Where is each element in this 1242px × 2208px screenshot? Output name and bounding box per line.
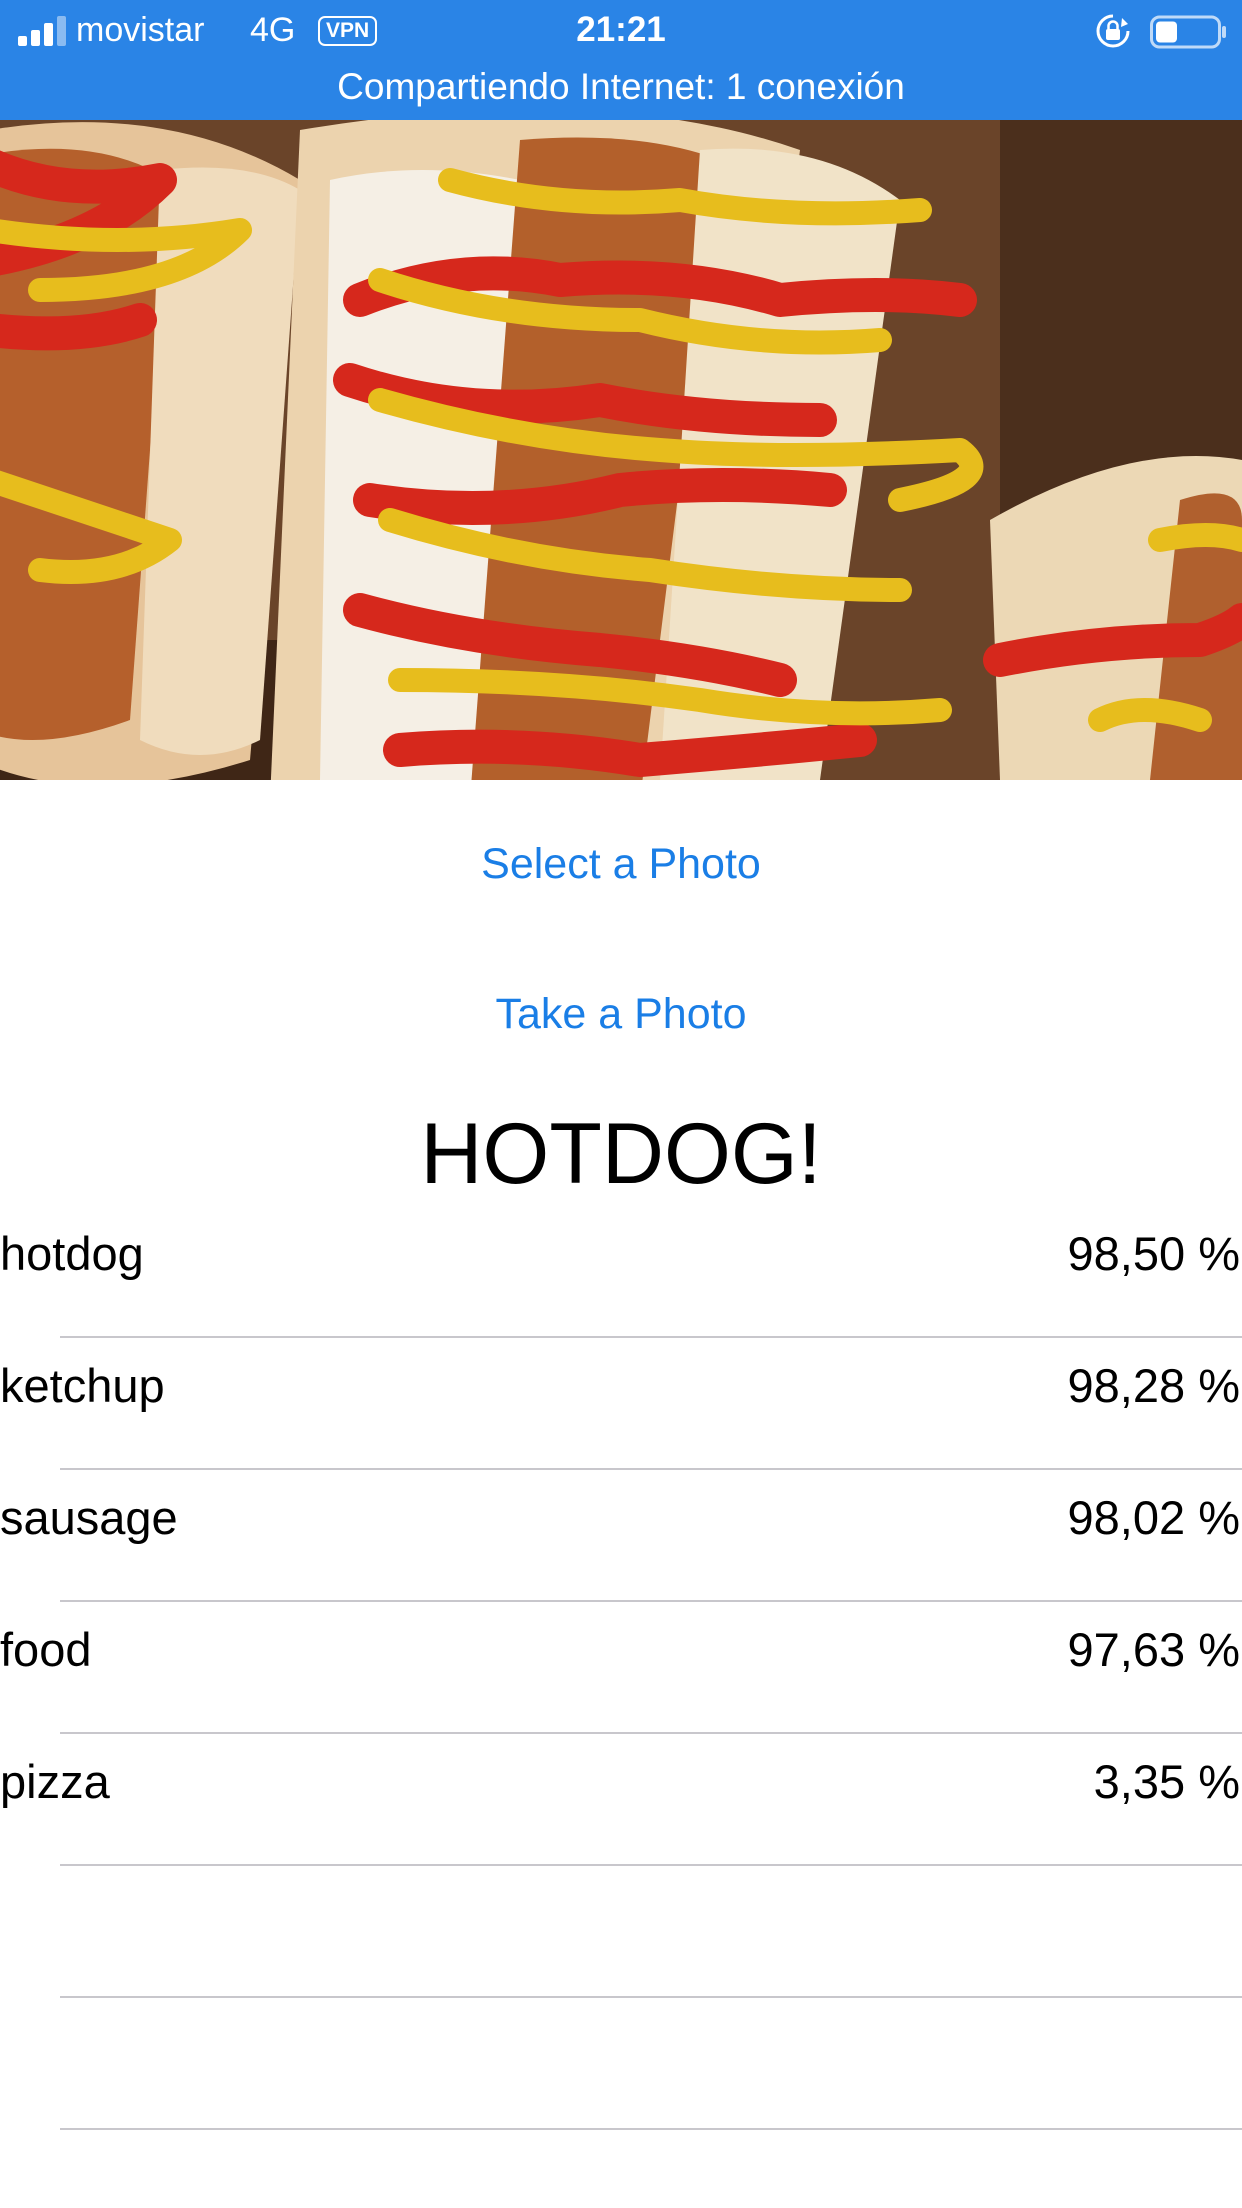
hotdog-photo	[0, 120, 1242, 780]
table-row[interactable]: hotdog 98,50 %	[0, 1206, 1242, 1338]
take-photo-button[interactable]: Take a Photo	[0, 974, 1242, 1054]
status-time: 21:21	[576, 10, 666, 49]
table-row[interactable]: ketchup 98,28 %	[0, 1338, 1242, 1470]
status-bar: movistar 4G VPN 21:21 Compartiendo Inter…	[0, 0, 1242, 120]
app-screen: movistar 4G VPN 21:21 Compartiendo Inter…	[0, 0, 1242, 2208]
result-title: HOTDOG!	[420, 1106, 822, 1202]
row-separator	[60, 2128, 1242, 2130]
prediction-label: sausage	[0, 1491, 178, 1544]
table-row[interactable]	[0, 1998, 1242, 2130]
prediction-confidence: 3,35 %	[1093, 1755, 1240, 1808]
prediction-confidence: 98,50 %	[1067, 1227, 1240, 1280]
predictions-table[interactable]: hotdog 98,50 % ketchup 98,28 % sausage 9…	[0, 1206, 1242, 2208]
select-photo-button[interactable]: Select a Photo	[0, 824, 1242, 904]
prediction-confidence: 97,63 %	[1067, 1623, 1240, 1676]
hotdog-image	[0, 120, 1242, 780]
battery-icon	[1150, 15, 1226, 49]
prediction-label: hotdog	[0, 1227, 144, 1280]
rotation-lock-icon	[1096, 14, 1130, 48]
table-row[interactable]: food 97,63 %	[0, 1602, 1242, 1734]
prediction-label: pizza	[0, 1755, 110, 1808]
prediction-confidence: 98,28 %	[1067, 1359, 1240, 1412]
table-row[interactable]: sausage 98,02 %	[0, 1470, 1242, 1602]
status-row: movistar 4G VPN 21:21	[0, 0, 1242, 62]
table-row[interactable]: pizza 3,35 %	[0, 1734, 1242, 1866]
prediction-label: food	[0, 1623, 92, 1676]
prediction-confidence: 98,02 %	[1067, 1491, 1240, 1544]
hotspot-banner[interactable]: Compartiendo Internet: 1 conexión	[0, 64, 1242, 110]
prediction-label: ketchup	[0, 1359, 165, 1412]
table-row[interactable]	[0, 1866, 1242, 1998]
